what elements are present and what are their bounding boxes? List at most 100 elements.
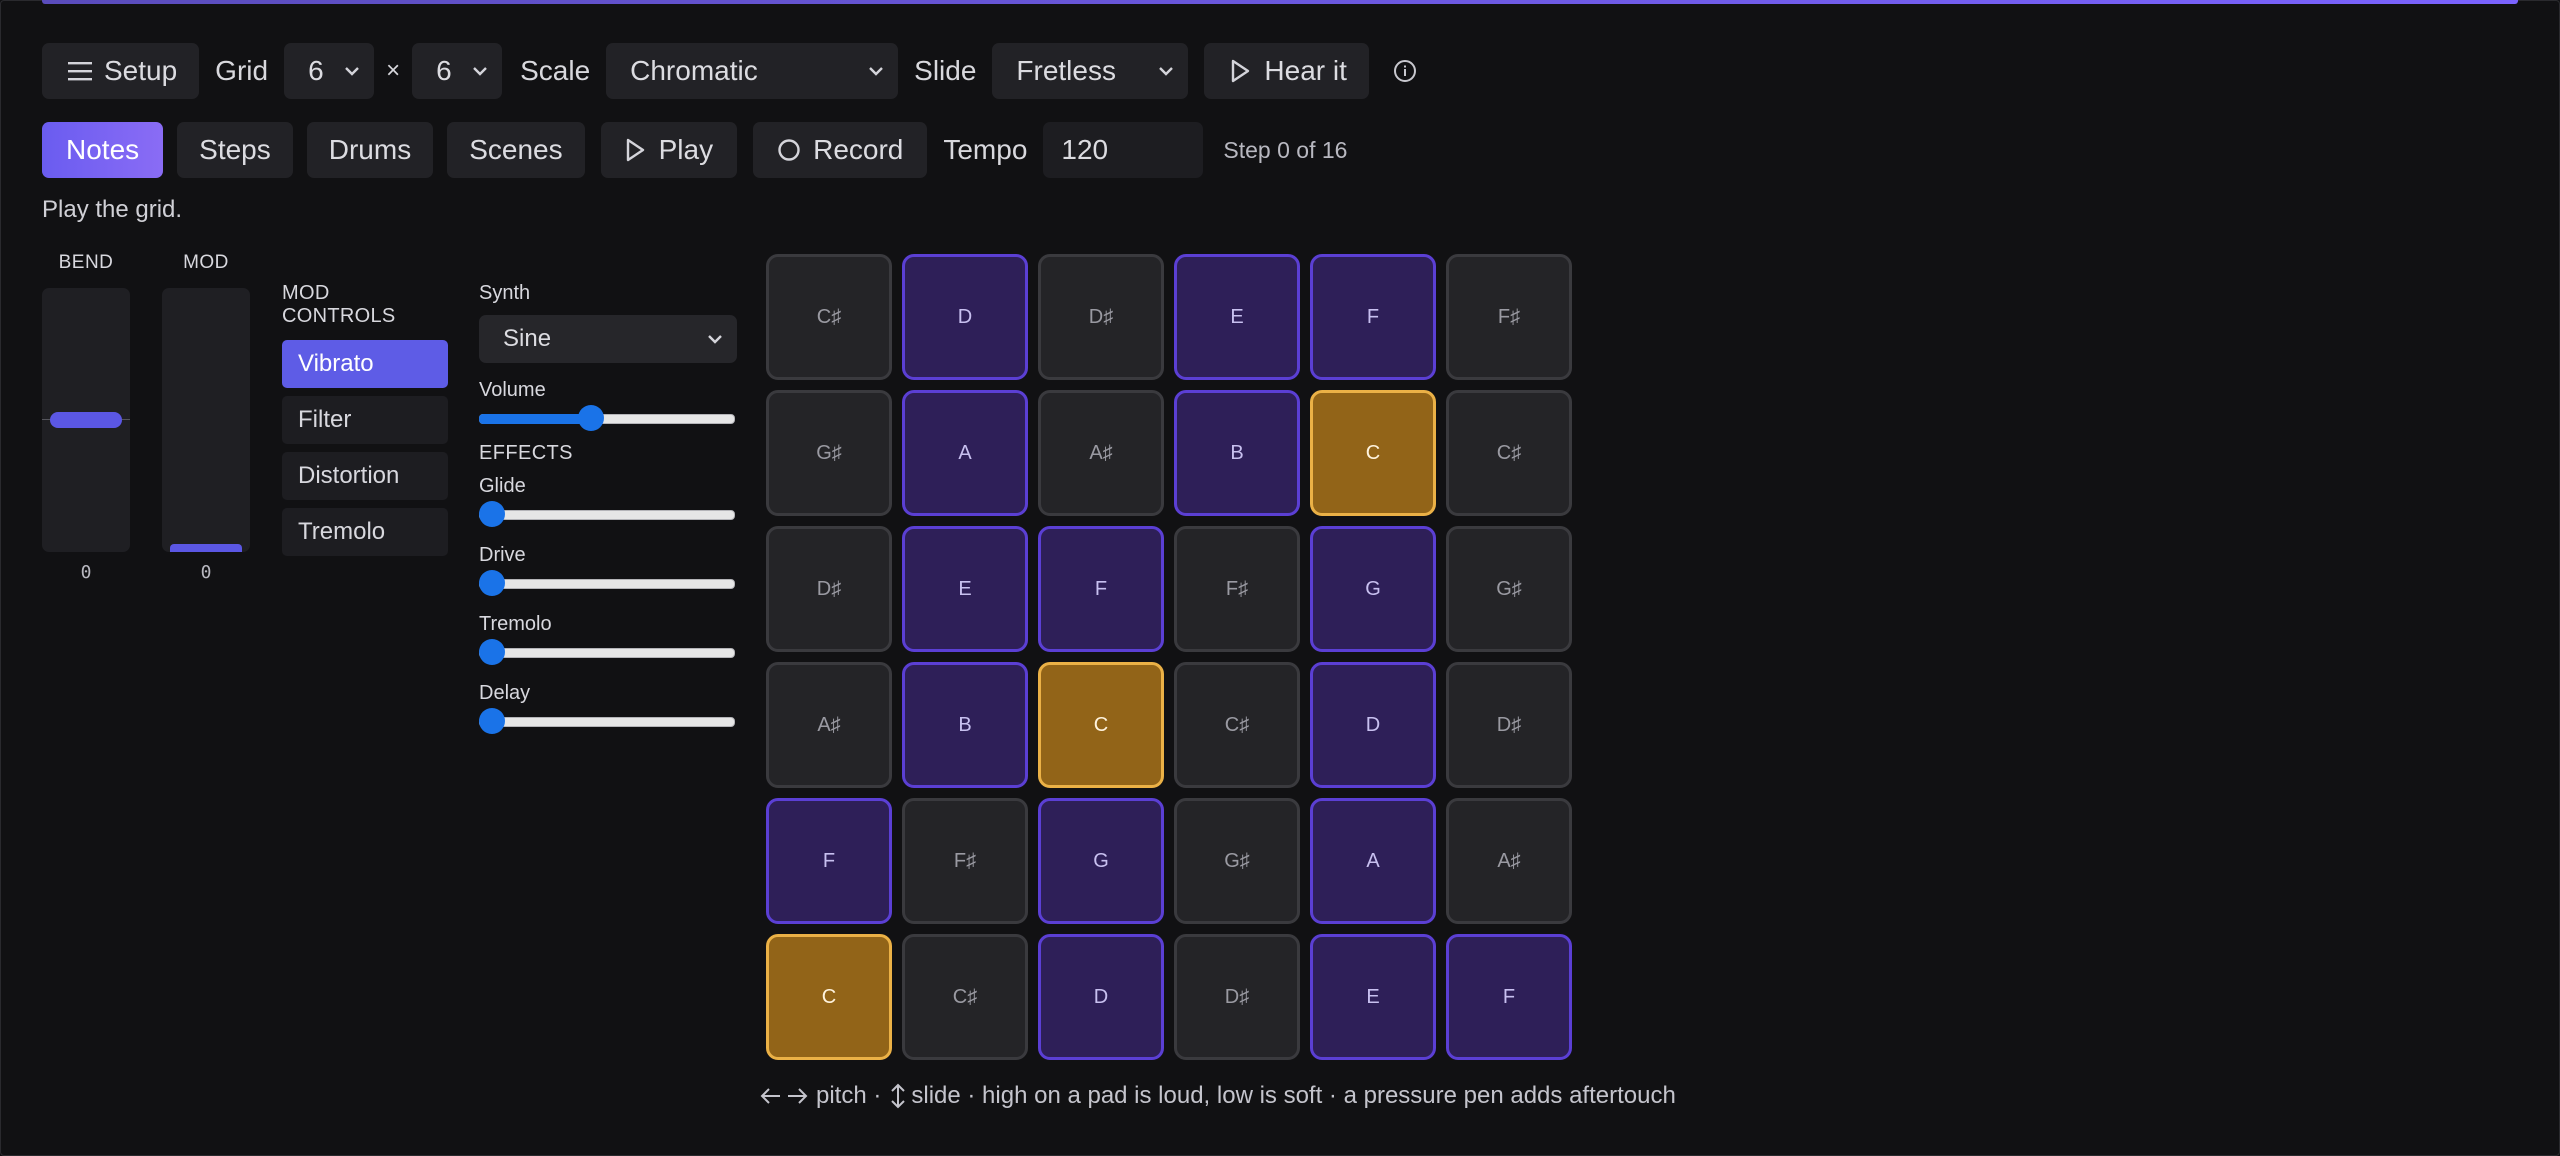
effect-label-glide: Glide (479, 475, 526, 497)
note-pad[interactable]: G (1310, 526, 1436, 652)
synth-select[interactable]: Sine (479, 315, 737, 363)
grid-rows-value: 6 (436, 55, 452, 86)
synth-panel: Synth Sine Volume EFFECTS Glide Drive Trem… (479, 282, 737, 751)
bend-thumb[interactable] (50, 412, 122, 428)
scale-select[interactable]: Chromatic (606, 43, 899, 99)
slide-value: Fretless (1016, 55, 1116, 86)
note-pad[interactable]: C (1038, 662, 1164, 788)
bend-label: BEND (58, 252, 114, 273)
tab-notes-label: Notes (66, 134, 140, 165)
tempo-value: 120 (1061, 134, 1109, 165)
mod-control-distortion[interactable]: Distortion (282, 452, 448, 500)
effect-slider-glide[interactable] (479, 498, 735, 530)
effect-label-delay: Delay (479, 682, 531, 704)
effect-slider-delay[interactable] (479, 705, 735, 737)
tab-drums-label: Drums (328, 134, 412, 165)
bend-slider-group: BEND 0 (42, 252, 130, 583)
mod-control-tremolo[interactable]: Tremolo (282, 508, 448, 556)
effect-thumb[interactable] (479, 639, 505, 665)
note-pad[interactable]: C♯ (902, 934, 1028, 1060)
play-button[interactable]: Play (600, 122, 738, 178)
note-pad[interactable]: D♯ (1446, 662, 1572, 788)
effect-label-tremolo: Tremolo (479, 613, 552, 635)
note-pad[interactable]: D♯ (1174, 934, 1300, 1060)
scale-value: Chromatic (630, 55, 758, 86)
note-pad[interactable]: G♯ (766, 390, 892, 516)
note-pad[interactable]: A♯ (1038, 390, 1164, 516)
arrow-up-down-icon (891, 1083, 906, 1109)
effect-thumb[interactable] (479, 570, 505, 596)
tab-notes[interactable]: Notes (42, 122, 164, 178)
note-pad[interactable]: E (902, 526, 1028, 652)
note-pad[interactable]: F♯ (1174, 526, 1300, 652)
note-pad[interactable]: B (902, 662, 1028, 788)
note-pad[interactable]: D (902, 254, 1028, 380)
mod-control-filter[interactable]: Filter (282, 396, 448, 444)
note-pad[interactable]: A (1310, 798, 1436, 924)
effect-thumb[interactable] (479, 501, 505, 527)
footer-pitch-text: pitch · (816, 1082, 882, 1109)
mod-slider[interactable] (162, 288, 250, 552)
note-pad[interactable]: E (1174, 254, 1300, 380)
mod-label: MOD (183, 252, 229, 273)
grid-cols-value: 6 (308, 55, 324, 86)
note-pad[interactable]: F♯ (902, 798, 1028, 924)
note-pad[interactable]: F (1310, 254, 1436, 380)
synth-label: Synth (479, 282, 531, 304)
tab-drums[interactable]: Drums (306, 122, 434, 178)
grid-cols-select[interactable]: 6 (284, 43, 375, 99)
tab-steps-label: Steps (199, 134, 271, 165)
effects-title: EFFECTS (479, 442, 573, 464)
grid-rows-select[interactable]: 6 (412, 43, 503, 99)
note-pad[interactable]: A♯ (1446, 798, 1572, 924)
setup-button[interactable]: Setup (42, 43, 200, 99)
chevron-down-icon (345, 67, 359, 76)
volume-slider[interactable] (479, 402, 735, 434)
effect-slider-tremolo[interactable] (479, 636, 735, 668)
note-pad[interactable]: E (1310, 934, 1436, 1060)
info-icon[interactable] (1393, 59, 1417, 83)
grid-label: Grid (215, 55, 269, 86)
effect-slider-drive[interactable] (479, 567, 735, 599)
note-pad[interactable]: A♯ (766, 662, 892, 788)
bend-value: 0 (80, 562, 92, 583)
volume-thumb[interactable] (577, 405, 604, 431)
note-pad[interactable]: D (1310, 662, 1436, 788)
effect-track (479, 510, 735, 520)
tab-steps[interactable]: Steps (177, 122, 293, 178)
note-pad[interactable]: C (766, 934, 892, 1060)
record-button[interactable]: Record (753, 122, 928, 178)
note-pad[interactable]: F (1446, 934, 1572, 1060)
play-icon (1232, 59, 1250, 83)
slide-select[interactable]: Fretless (992, 43, 1189, 99)
note-pad[interactable]: C♯ (1446, 390, 1572, 516)
note-pad[interactable]: D (1038, 934, 1164, 1060)
note-pad[interactable]: C♯ (1174, 662, 1300, 788)
note-pad[interactable]: F♯ (1446, 254, 1572, 380)
note-pad[interactable]: F (1038, 526, 1164, 652)
hear-it-label: Hear it (1264, 55, 1347, 86)
scale-label: Scale (520, 55, 591, 86)
tab-scenes[interactable]: Scenes (447, 122, 585, 178)
note-pad[interactable]: A (902, 390, 1028, 516)
volume-fill (479, 414, 591, 424)
note-pad[interactable]: G (1038, 798, 1164, 924)
bend-slider[interactable] (42, 288, 130, 552)
note-pad[interactable]: C♯ (766, 254, 892, 380)
toolbar: Setup Grid 6 × 6 Scale Chromatic Slide F… (42, 43, 1417, 99)
note-pad[interactable]: F (766, 798, 892, 924)
note-pad[interactable]: B (1174, 390, 1300, 516)
note-pad[interactable]: G♯ (1446, 526, 1572, 652)
step-status: Step 0 of 16 (1223, 136, 1348, 163)
times-sign: × (386, 57, 401, 84)
tempo-input[interactable]: 120 (1043, 122, 1204, 178)
note-pad[interactable]: D♯ (766, 526, 892, 652)
hear-it-button[interactable]: Hear it (1204, 43, 1369, 99)
note-pad[interactable]: D♯ (1038, 254, 1164, 380)
note-pad[interactable]: G♯ (1174, 798, 1300, 924)
note-pad[interactable]: C (1310, 390, 1436, 516)
effect-thumb[interactable] (479, 708, 505, 734)
arrow-left-icon (760, 1088, 780, 1104)
effect-track (479, 579, 735, 589)
mod-control-vibrato[interactable]: Vibrato (282, 340, 448, 388)
